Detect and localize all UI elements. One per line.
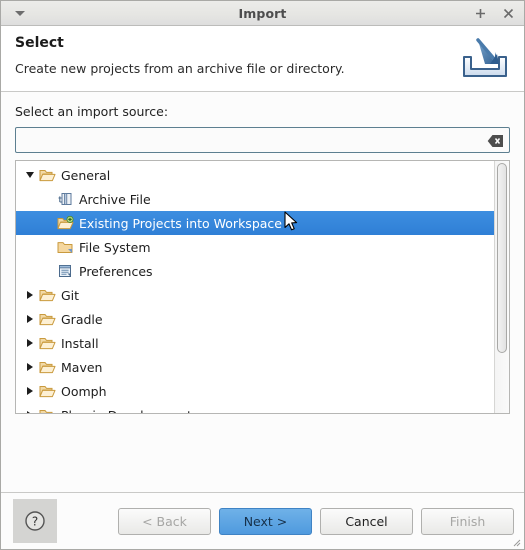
preferences-icon bbox=[56, 263, 74, 279]
tree-row[interactable]: Gradle bbox=[16, 307, 494, 331]
tree-row[interactable]: Git bbox=[16, 283, 494, 307]
help-button[interactable]: ? bbox=[13, 499, 57, 543]
folder-open-icon bbox=[38, 335, 56, 351]
help-icon: ? bbox=[25, 511, 45, 531]
window-controls bbox=[472, 1, 516, 25]
resize-grip-icon[interactable] bbox=[511, 537, 521, 547]
tree-row[interactable]: Archive File bbox=[16, 187, 494, 211]
import-dialog: Import Select Create new projects from a… bbox=[0, 0, 525, 550]
project-import-icon bbox=[56, 215, 74, 231]
tree-row-label: Preferences bbox=[79, 263, 153, 279]
tree-row[interactable]: File System bbox=[16, 235, 494, 259]
tree-row[interactable]: General bbox=[16, 163, 494, 187]
tree-row[interactable]: Oomph bbox=[16, 379, 494, 403]
tree-row-label: Gradle bbox=[61, 311, 103, 327]
plus-icon bbox=[475, 8, 485, 18]
tree-rows: General Archive File Existing Projects int… bbox=[16, 161, 494, 413]
svg-text:?: ? bbox=[32, 515, 38, 529]
folder-open-icon bbox=[38, 359, 56, 375]
tree-row-label: Plug-in Development bbox=[61, 408, 192, 414]
dialog-footer: ? < Back Next > Cancel Finish bbox=[1, 492, 524, 549]
tree-scrollbar[interactable] bbox=[494, 161, 509, 413]
maximize-button[interactable] bbox=[472, 5, 488, 21]
close-button[interactable] bbox=[500, 5, 516, 21]
folder-open-icon bbox=[38, 287, 56, 303]
tree-row-label: General bbox=[61, 167, 111, 183]
folder-open-icon bbox=[38, 383, 56, 399]
wizard-header: Select Create new projects from an archi… bbox=[1, 26, 524, 92]
page-description: Create new projects from an archive file… bbox=[15, 61, 345, 76]
tree-row-label: File System bbox=[79, 239, 151, 255]
tree-row-label: Oomph bbox=[61, 383, 107, 399]
tree-row[interactable]: Existing Projects into Workspace bbox=[16, 211, 494, 235]
tree-row-label: Git bbox=[61, 287, 80, 303]
triangle-down-icon[interactable] bbox=[22, 172, 38, 178]
triangle-right-icon[interactable] bbox=[22, 363, 38, 371]
window-title: Import bbox=[238, 5, 287, 21]
tree-row-label: Maven bbox=[61, 359, 103, 375]
window-menu-button[interactable] bbox=[11, 1, 29, 25]
folder-icon bbox=[56, 239, 74, 255]
triangle-right-icon[interactable] bbox=[22, 339, 38, 347]
tree-row[interactable]: Install bbox=[16, 331, 494, 355]
filter-field[interactable] bbox=[15, 127, 510, 153]
wizard-buttons: < Back Next > Cancel Finish bbox=[118, 507, 514, 535]
triangle-down-icon bbox=[15, 10, 25, 16]
back-button: < Back bbox=[118, 507, 211, 535]
import-source-tree[interactable]: General Archive File Existing Projects int… bbox=[15, 160, 510, 414]
page-title: Select bbox=[15, 35, 64, 51]
triangle-right-icon[interactable] bbox=[22, 315, 38, 323]
triangle-right-icon[interactable] bbox=[22, 411, 38, 413]
archive-file-icon bbox=[56, 191, 74, 207]
folder-open-icon bbox=[38, 311, 56, 327]
triangle-right-icon[interactable] bbox=[22, 291, 38, 299]
tree-row[interactable]: Plug-in Development bbox=[16, 403, 494, 413]
tree-row-label: Install bbox=[61, 335, 99, 351]
title-bar: Import bbox=[1, 1, 524, 26]
triangle-right-icon[interactable] bbox=[22, 387, 38, 395]
tree-row[interactable]: Preferences bbox=[16, 259, 494, 283]
cancel-button[interactable]: Cancel bbox=[320, 507, 413, 535]
finish-button: Finish bbox=[421, 507, 514, 535]
tree-row-label: Archive File bbox=[79, 191, 151, 207]
tree-row[interactable]: Maven bbox=[16, 355, 494, 379]
tree-row-label: Existing Projects into Workspace bbox=[79, 215, 282, 231]
next-button[interactable]: Next > bbox=[219, 507, 312, 535]
folder-open-icon bbox=[38, 407, 56, 413]
scrollbar-thumb[interactable] bbox=[497, 163, 507, 353]
search-input[interactable] bbox=[16, 128, 509, 152]
clear-icon[interactable] bbox=[487, 133, 504, 147]
folder-open-icon bbox=[38, 167, 56, 183]
import-wizard-icon bbox=[454, 30, 516, 88]
close-icon bbox=[503, 8, 513, 18]
filter-label: Select an import source: bbox=[15, 104, 169, 119]
dialog-body: Select an import source: General Archive … bbox=[1, 92, 524, 492]
